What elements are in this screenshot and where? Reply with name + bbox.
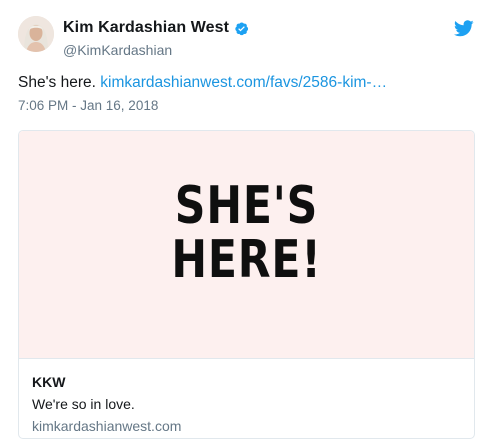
display-name[interactable]: Kim Kardashian West <box>63 19 229 37</box>
twitter-bird-icon[interactable] <box>453 20 474 37</box>
card-image-line-2: HERE! <box>171 230 322 290</box>
card-image[interactable]: SHE'S HERE! <box>19 131 474 359</box>
tweet-text: She's here. kimkardashianwest.com/favs/2… <box>18 74 387 92</box>
tweet-link[interactable]: kimkardashianwest.com/favs/2586-kim-… <box>100 74 387 91</box>
card-description: We're so in love. <box>32 396 135 412</box>
tweet-body: She's here. <box>18 74 96 91</box>
card-domain: kimkardashianwest.com <box>32 418 182 434</box>
card-image-text: SHE'S HERE! <box>60 179 433 287</box>
card-title[interactable]: KKW <box>32 374 65 390</box>
user-handle[interactable]: @KimKardashian <box>63 42 172 58</box>
tweet-timestamp[interactable]: 7:06 PM - Jan 16, 2018 <box>18 98 158 113</box>
card-image-line-1: SHE'S <box>174 176 319 236</box>
link-card[interactable]: SHE'S HERE! KKW We're so in love. kimkar… <box>18 130 475 439</box>
author-name-row: Kim Kardashian West <box>63 19 249 37</box>
avatar[interactable] <box>18 16 54 52</box>
verified-badge-icon <box>234 21 249 36</box>
tweet-embed: Kim Kardashian West @KimKardashian She's… <box>0 0 495 447</box>
